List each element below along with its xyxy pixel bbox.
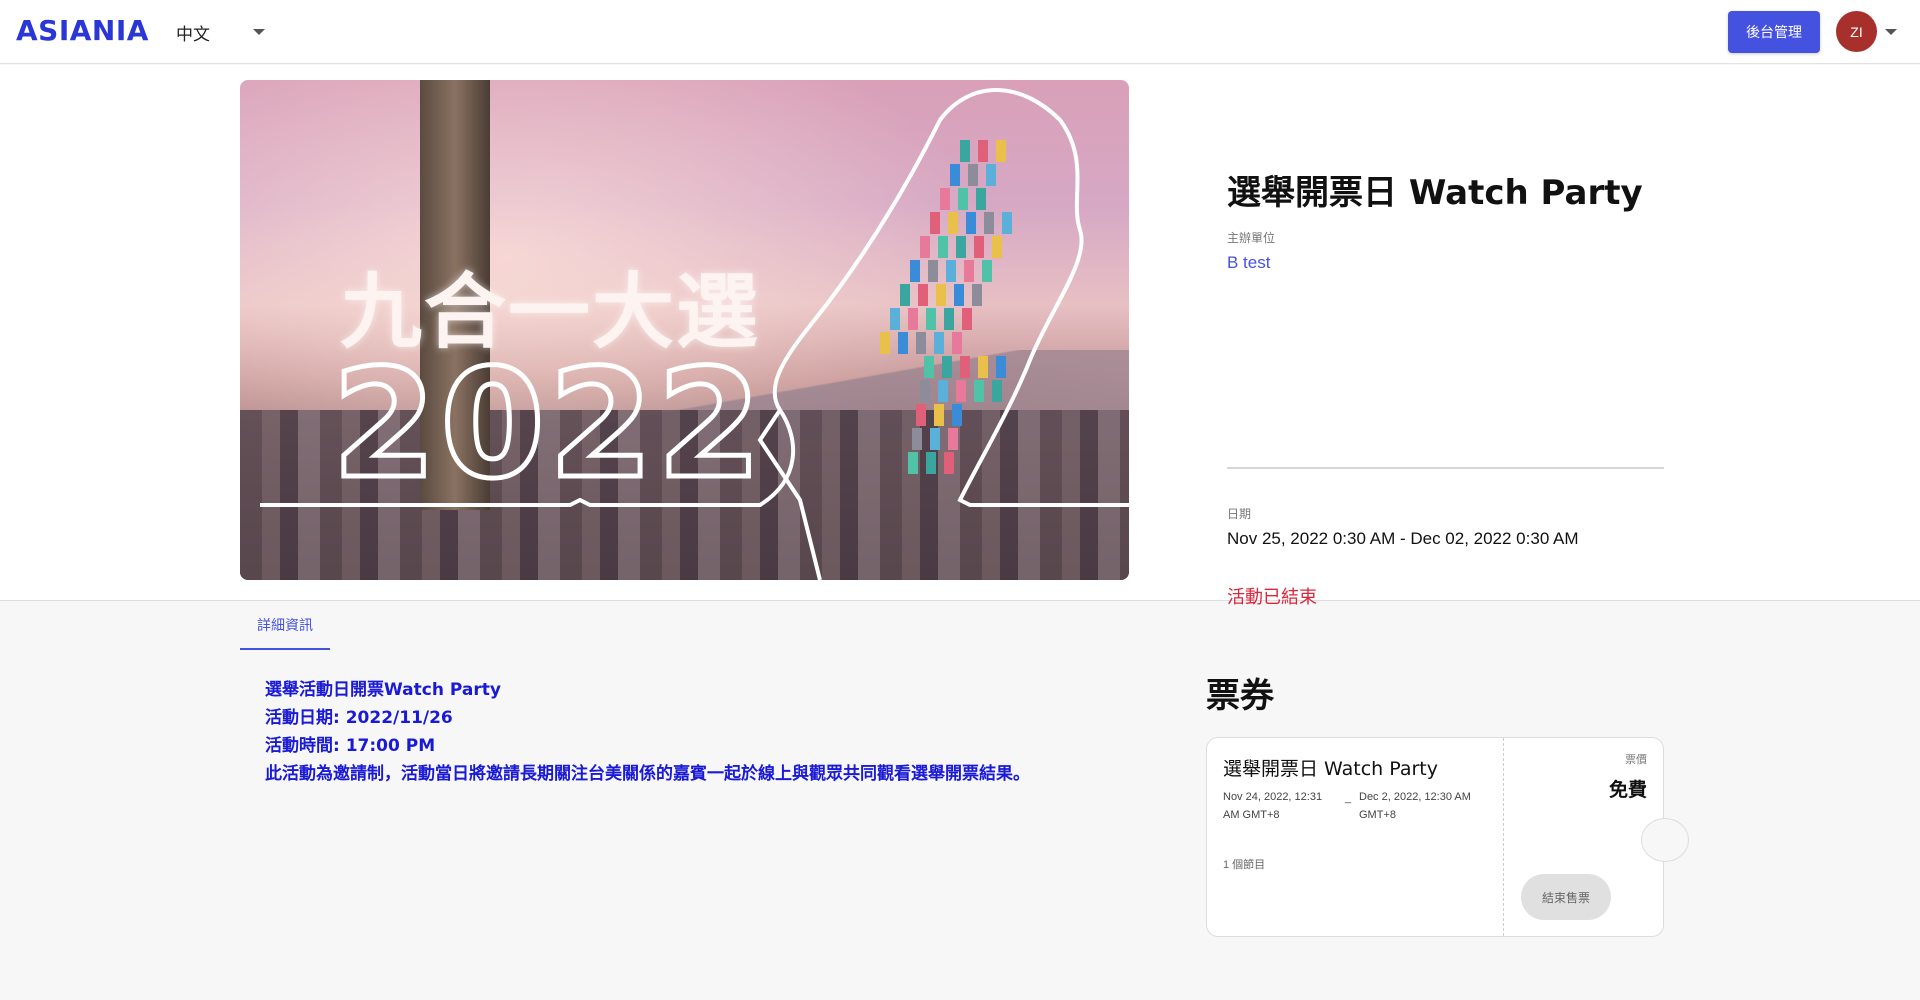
ticket-card: 選舉開票日 Watch Party Nov 24, 2022, 12:31 AM… (1206, 737, 1689, 937)
event-status: 活動已結束 (1227, 587, 1317, 608)
person-figure-icon (940, 188, 950, 210)
person-figure-icon (982, 260, 992, 282)
date-value: Nov 25, 2022 0:30 AM - Dec 02, 2022 0:30… (1227, 529, 1579, 548)
person-figure-icon (944, 308, 954, 330)
ticket-name: 選舉開票日 Watch Party (1223, 758, 1438, 780)
logo[interactable]: ASIANIA (16, 14, 149, 47)
person-figure-icon (916, 332, 926, 354)
event-description: 選舉活動日開票Watch Party 活動日期: 2022/11/26 活動時間… (265, 676, 1030, 788)
ticket-notch (1641, 818, 1689, 862)
ticket-info: 選舉開票日 Watch Party Nov 24, 2022, 12:31 AM… (1207, 738, 1504, 936)
description-line: 此活動為邀請制，活動當日將邀請長期關注台美關係的嘉賓一起於線上與觀眾共同觀看選舉… (265, 764, 1030, 784)
person-figure-icon (992, 236, 1002, 258)
person-figure-icon (958, 188, 968, 210)
person-figure-icon (976, 188, 986, 210)
person-figure-icon (908, 452, 918, 474)
person-figure-icon (984, 212, 994, 234)
divider (1227, 467, 1664, 469)
person-figure-icon (934, 332, 944, 354)
person-figure-icon (952, 404, 962, 426)
person-figure-icon (996, 140, 1006, 162)
banner-year: 2022 (329, 336, 766, 515)
person-figure-icon (920, 380, 930, 402)
person-figure-icon (986, 164, 996, 186)
event-hero: 九合一大選 2022 選舉開票日 Watch Party 主辦單位 B test … (0, 65, 1920, 608)
person-figure-icon (948, 428, 958, 450)
date-label: 日期 (1227, 507, 1252, 521)
admin-dashboard-button[interactable]: 後台管理 (1728, 11, 1820, 53)
person-figure-icon (942, 356, 952, 378)
person-figure-icon (974, 236, 984, 258)
chevron-down-icon[interactable] (1885, 29, 1897, 35)
person-figure-icon (908, 308, 918, 330)
person-figure-icon (954, 284, 964, 306)
ticket-date-separator: _ (1345, 792, 1352, 804)
tickets-heading: 票券 (1206, 676, 1274, 716)
chevron-down-icon[interactable] (253, 29, 265, 35)
person-figure-icon (972, 284, 982, 306)
person-figure-icon (926, 308, 936, 330)
person-figure-icon (938, 236, 948, 258)
person-figure-icon (918, 284, 928, 306)
person-figure-icon (962, 308, 972, 330)
person-figure-icon (930, 212, 940, 234)
person-figure-icon (978, 140, 988, 162)
person-figure-icon (916, 404, 926, 426)
person-figure-icon (946, 260, 956, 282)
top-navigation-bar: ASIANIA 中文 後台管理 ZI (0, 0, 1920, 64)
person-figure-icon (912, 428, 922, 450)
ticket-sale-end: Dec 2, 2022, 12:30 AM GMT+8 (1359, 791, 1471, 821)
person-figure-icon (992, 380, 1002, 402)
person-figure-icon (920, 236, 930, 258)
person-figure-icon (880, 332, 890, 354)
organizer-label: 主辦單位 (1227, 231, 1276, 245)
person-figure-icon (974, 380, 984, 402)
description-line: 選舉活動日開票Watch Party (265, 680, 501, 700)
person-figure-icon (966, 212, 976, 234)
sales-ended-button[interactable]: 結束售票 (1521, 874, 1611, 920)
person-figure-icon (950, 164, 960, 186)
ticket-sale-start: Nov 24, 2022, 12:31 AM GMT+8 (1223, 791, 1323, 821)
person-figure-icon (996, 356, 1006, 378)
avatar[interactable]: ZI (1836, 11, 1877, 52)
event-title: 選舉開票日 Watch Party (1227, 173, 1643, 213)
person-figure-icon (944, 452, 954, 474)
person-figure-icon (890, 308, 900, 330)
person-figure-icon (900, 284, 910, 306)
description-line: 活動時間: 17:00 PM (265, 736, 436, 756)
person-figure-icon (934, 404, 944, 426)
person-figure-icon (936, 284, 946, 306)
organizer-link[interactable]: B test (1227, 253, 1270, 273)
event-banner-image: 九合一大選 2022 (240, 80, 1129, 580)
person-figure-icon (926, 452, 936, 474)
person-figure-icon (956, 380, 966, 402)
person-figure-icon (928, 260, 938, 282)
price-value: 免費 (1608, 779, 1647, 801)
person-figure-icon (948, 212, 958, 234)
price-label: 票價 (1625, 754, 1647, 766)
person-figure-icon (1002, 212, 1012, 234)
ticket-items-count: 1 個節目 (1223, 859, 1266, 871)
person-figure-icon (964, 260, 974, 282)
person-figure-icon (968, 164, 978, 186)
person-figure-icon (930, 428, 940, 450)
person-figure-icon (910, 260, 920, 282)
person-figure-icon (924, 356, 934, 378)
person-figure-icon (938, 380, 948, 402)
person-figure-icon (956, 236, 966, 258)
person-figure-icon (960, 140, 970, 162)
language-selector[interactable]: 中文 (176, 20, 210, 45)
description-line: 活動日期: 2022/11/26 (265, 708, 453, 728)
person-figure-icon (978, 356, 988, 378)
person-figure-icon (898, 332, 908, 354)
person-figure-icon (952, 332, 962, 354)
tab-details[interactable]: 詳細資訊 (240, 602, 330, 650)
person-figure-icon (960, 356, 970, 378)
